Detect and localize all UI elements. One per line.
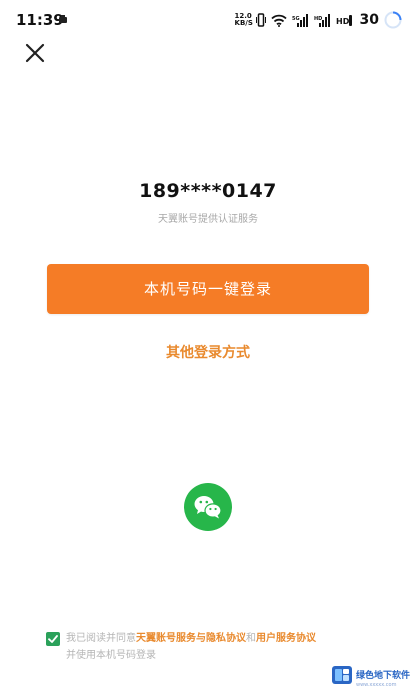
notification-icon (59, 15, 67, 23)
loading-ring-icon (384, 11, 402, 29)
auth-provider-note: 天翼账号提供认证服务 (158, 214, 258, 225)
svg-text:5G: 5G (292, 16, 300, 22)
net-speed-unit: KB/S (234, 19, 253, 27)
hd-icon: HD (336, 14, 352, 26)
agreement-prefix: 我已阅读并同意 (66, 633, 136, 644)
agreement: 我已阅读并同意天翼账号服务与隐私协议和用户服务协议 并使用本机号码登录 (46, 630, 386, 664)
terms-privacy-link[interactable]: 天翼账号服务与隐私协议 (136, 633, 246, 644)
agreement-line1: 我已阅读并同意天翼账号服务与隐私协议和用户服务协议 (66, 630, 316, 648)
agreement-conjunction: 和 (246, 633, 256, 644)
agree-checkbox[interactable] (46, 632, 60, 646)
signal-icon-2: HD (314, 13, 330, 27)
phone-number: 189****0147 (139, 180, 277, 202)
close-icon (25, 43, 45, 63)
wechat-login-button[interactable] (184, 483, 232, 531)
status-time: 11:39 (16, 11, 64, 29)
watermark-text: 绿色地下软件 (355, 670, 410, 681)
close-button[interactable] (22, 40, 48, 66)
watermark-text-block: 绿色地下软件 www.xxxxx.com (356, 663, 410, 688)
watermark-logo-icon (331, 666, 352, 684)
status-icons: 12.0 KB/S 5G HD HD 30 (235, 8, 402, 32)
svg-text:HD: HD (336, 17, 350, 26)
status-bar: 11:39 12.0 KB/S 5G HD HD 30 (0, 0, 416, 40)
signal-icon-1: 5G (292, 13, 308, 27)
vibrate-icon (255, 13, 266, 27)
check-icon (48, 635, 58, 643)
net-speed: 12.0 KB/S (234, 13, 253, 27)
one-click-login-button[interactable]: 本机号码一键登录 (47, 264, 369, 314)
wechat-icon (194, 496, 222, 519)
watermark: 绿色地下软件 www.xxxxx.com (331, 662, 410, 688)
wifi-icon (270, 14, 287, 27)
agreement-line2: 并使用本机号码登录 (66, 650, 156, 661)
other-login-link[interactable]: 其他登录方式 (0, 342, 416, 362)
user-service-link[interactable]: 用户服务协议 (256, 633, 316, 644)
svg-text:HD: HD (314, 16, 322, 22)
battery-level: 30 (359, 12, 379, 28)
watermark-sub: www.xxxxx.com (355, 681, 397, 688)
